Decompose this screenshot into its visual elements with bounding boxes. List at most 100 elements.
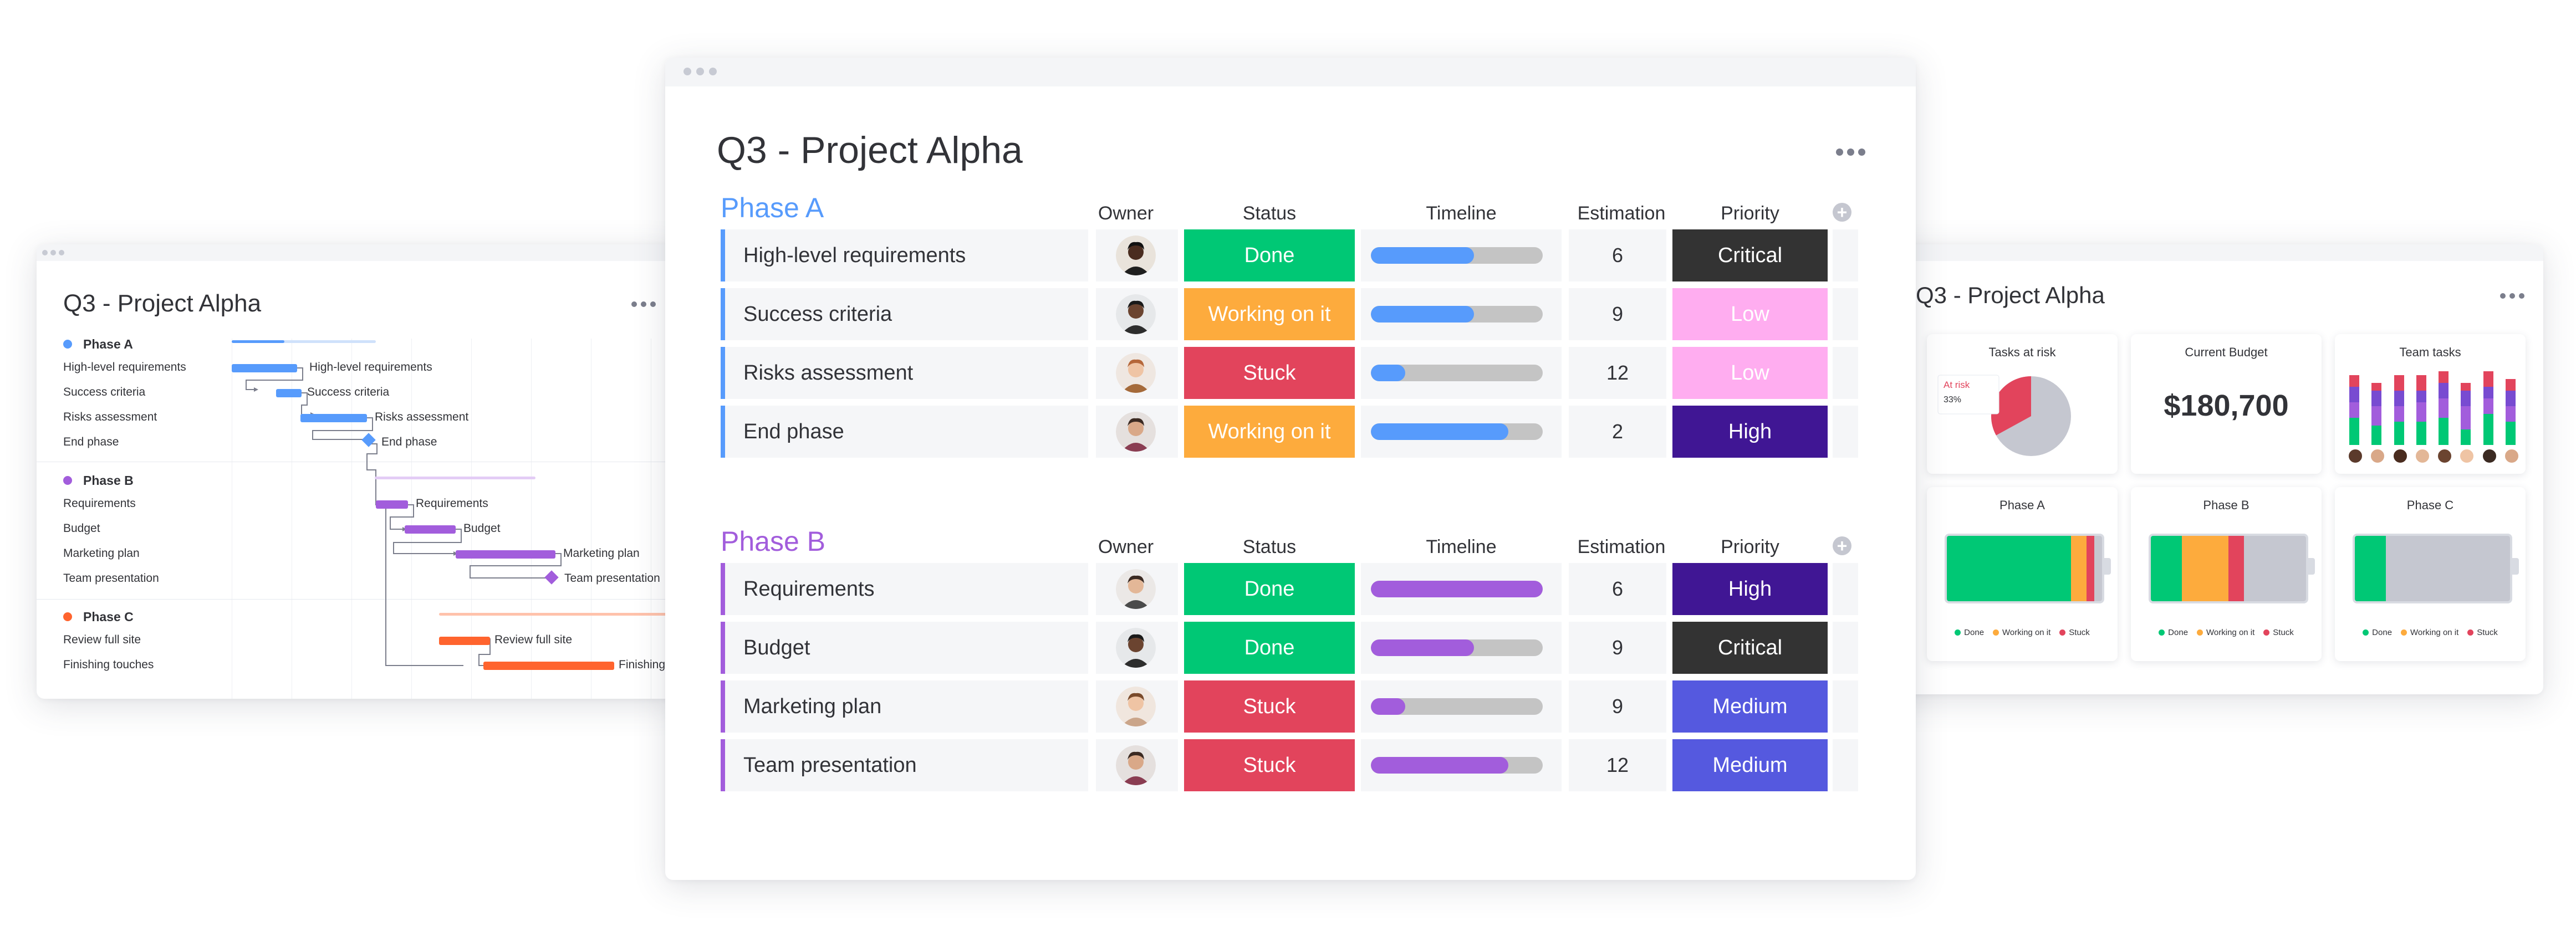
status-label[interactable]: Working on it xyxy=(1184,406,1355,458)
item-row[interactable]: Marketing plan Stuck 9 Medium xyxy=(721,680,1858,733)
column-header-status[interactable]: Status xyxy=(1184,203,1355,224)
owner-cell[interactable] xyxy=(1096,347,1178,399)
add-column-icon[interactable]: + xyxy=(1833,536,1851,555)
status-label[interactable]: Stuck xyxy=(1184,739,1355,791)
priority-label[interactable]: Low xyxy=(1672,347,1828,399)
group-title[interactable]: Phase A xyxy=(721,192,824,224)
estimation-value[interactable]: 9 xyxy=(1569,680,1666,733)
estimation-value[interactable]: 9 xyxy=(1569,622,1666,674)
item-row[interactable]: Budget Done 9 Critical xyxy=(721,622,1858,674)
item-name-cell[interactable]: Team presentation xyxy=(721,739,1088,791)
item-row[interactable]: Team presentation Stuck 12 Medium xyxy=(721,739,1858,791)
timeline-cell[interactable] xyxy=(1361,347,1562,399)
owner-cell[interactable] xyxy=(1096,406,1178,458)
estimation-value[interactable]: 6 xyxy=(1569,563,1666,615)
widget-title: Phase C xyxy=(2406,498,2454,512)
battery-segment-stuck xyxy=(2087,536,2094,601)
timeline-cell[interactable] xyxy=(1361,288,1562,340)
gantt-bar[interactable] xyxy=(276,389,302,397)
group-title[interactable]: Phase B xyxy=(721,525,825,557)
timeline-cell[interactable] xyxy=(1361,563,1562,615)
add-column-icon[interactable]: + xyxy=(1833,203,1851,222)
timeline-cell[interactable] xyxy=(1361,229,1562,281)
gantt-bar[interactable] xyxy=(376,500,408,509)
status-label[interactable]: Working on it xyxy=(1184,288,1355,340)
column-header-priority[interactable]: Priority xyxy=(1672,203,1828,224)
priority-label[interactable]: Low xyxy=(1672,288,1828,340)
column-header-owner[interactable]: Owner xyxy=(1095,536,1156,558)
column-header-estimation[interactable]: Estimation xyxy=(1563,203,1680,224)
owner-cell[interactable] xyxy=(1096,288,1178,340)
item-row[interactable]: End phase Working on it 2 High xyxy=(721,406,1858,458)
avatar[interactable] xyxy=(1116,412,1156,452)
column-header-estimation[interactable]: Estimation xyxy=(1563,536,1680,558)
owner-cell[interactable] xyxy=(1096,229,1178,281)
gantt-bar[interactable] xyxy=(456,550,555,559)
column-header-status[interactable]: Status xyxy=(1184,536,1355,558)
avatar[interactable] xyxy=(1116,353,1156,393)
owner-cell[interactable] xyxy=(1096,622,1178,674)
item-row[interactable]: Risks assessment Stuck 12 Low xyxy=(721,347,1858,399)
avatar[interactable] xyxy=(1116,569,1156,609)
widget-tasks-at-risk[interactable]: Tasks at risk At risk 33% xyxy=(1927,334,2118,474)
item-row[interactable]: High-level requirements Done 6 Critical xyxy=(721,229,1858,281)
gantt-bar-label: Review full site xyxy=(494,633,573,646)
column-header-owner[interactable]: Owner xyxy=(1095,203,1156,224)
team-bar-segment xyxy=(2416,402,2426,422)
widget-team-tasks[interactable]: Team tasks xyxy=(2335,334,2526,474)
more-horizontal-icon[interactable] xyxy=(2500,293,2524,299)
more-horizontal-icon[interactable] xyxy=(1836,149,1865,156)
column-header-priority[interactable]: Priority xyxy=(1672,536,1828,558)
priority-label[interactable]: High xyxy=(1672,406,1828,458)
item-name-cell[interactable]: Budget xyxy=(721,622,1088,674)
priority-label[interactable]: Critical xyxy=(1672,229,1828,281)
estimation-value[interactable]: 2 xyxy=(1569,406,1666,458)
item-name-cell[interactable]: Risks assessment xyxy=(721,347,1088,399)
timeline-cell[interactable] xyxy=(1361,680,1562,733)
status-label[interactable]: Stuck xyxy=(1184,347,1355,399)
team-bar-segment xyxy=(2439,398,2449,418)
gantt-bar[interactable] xyxy=(439,637,490,645)
column-header-timeline[interactable]: Timeline xyxy=(1361,203,1562,224)
owner-cell[interactable] xyxy=(1096,680,1178,733)
status-label[interactable]: Done xyxy=(1184,622,1355,674)
timeline-cell[interactable] xyxy=(1361,622,1562,674)
avatar[interactable] xyxy=(1116,745,1156,785)
item-name-cell[interactable]: Success criteria xyxy=(721,288,1088,340)
avatar[interactable] xyxy=(1116,294,1156,334)
column-header-timeline[interactable]: Timeline xyxy=(1361,536,1562,558)
owner-cell[interactable] xyxy=(1096,563,1178,615)
avatar[interactable] xyxy=(1116,236,1156,275)
estimation-value[interactable]: 12 xyxy=(1569,347,1666,399)
item-name-cell[interactable]: Marketing plan xyxy=(721,680,1088,733)
priority-label[interactable]: Medium xyxy=(1672,739,1828,791)
priority-label[interactable]: Critical xyxy=(1672,622,1828,674)
status-label[interactable]: Done xyxy=(1184,229,1355,281)
gantt-bar[interactable] xyxy=(483,662,614,670)
timeline-cell[interactable] xyxy=(1361,739,1562,791)
item-row[interactable]: Success criteria Working on it 9 Low xyxy=(721,288,1858,340)
avatar[interactable] xyxy=(1116,687,1156,726)
timeline-cell[interactable] xyxy=(1361,406,1562,458)
gantt-bar[interactable] xyxy=(300,414,367,422)
estimation-value[interactable]: 6 xyxy=(1569,229,1666,281)
item-name-cell[interactable]: Requirements xyxy=(721,563,1088,615)
avatar[interactable] xyxy=(1116,628,1156,668)
item-name-cell[interactable]: High-level requirements xyxy=(721,229,1088,281)
status-label[interactable]: Done xyxy=(1184,563,1355,615)
estimation-value[interactable]: 12 xyxy=(1569,739,1666,791)
item-name-cell[interactable]: End phase xyxy=(721,406,1088,458)
gantt-bar[interactable] xyxy=(405,525,456,534)
item-row[interactable]: Requirements Done 6 High xyxy=(721,563,1858,615)
priority-label[interactable]: High xyxy=(1672,563,1828,615)
gantt-bar[interactable] xyxy=(232,364,297,372)
owner-cell[interactable] xyxy=(1096,739,1178,791)
widget-current-budget[interactable]: Current Budget $180,700 xyxy=(2131,334,2322,474)
priority-label[interactable]: Medium xyxy=(1672,680,1828,733)
widget-phase-c[interactable]: Phase C Done Working on it Stuck xyxy=(2335,487,2526,661)
widget-phase-a[interactable]: Phase A Done Working on it Stuck xyxy=(1927,487,2118,661)
status-label[interactable]: Stuck xyxy=(1184,680,1355,733)
estimation-value[interactable]: 9 xyxy=(1569,288,1666,340)
widget-phase-b[interactable]: Phase B Done Working on it Stuck xyxy=(2131,487,2322,661)
legend-label: Stuck xyxy=(2477,628,2498,637)
